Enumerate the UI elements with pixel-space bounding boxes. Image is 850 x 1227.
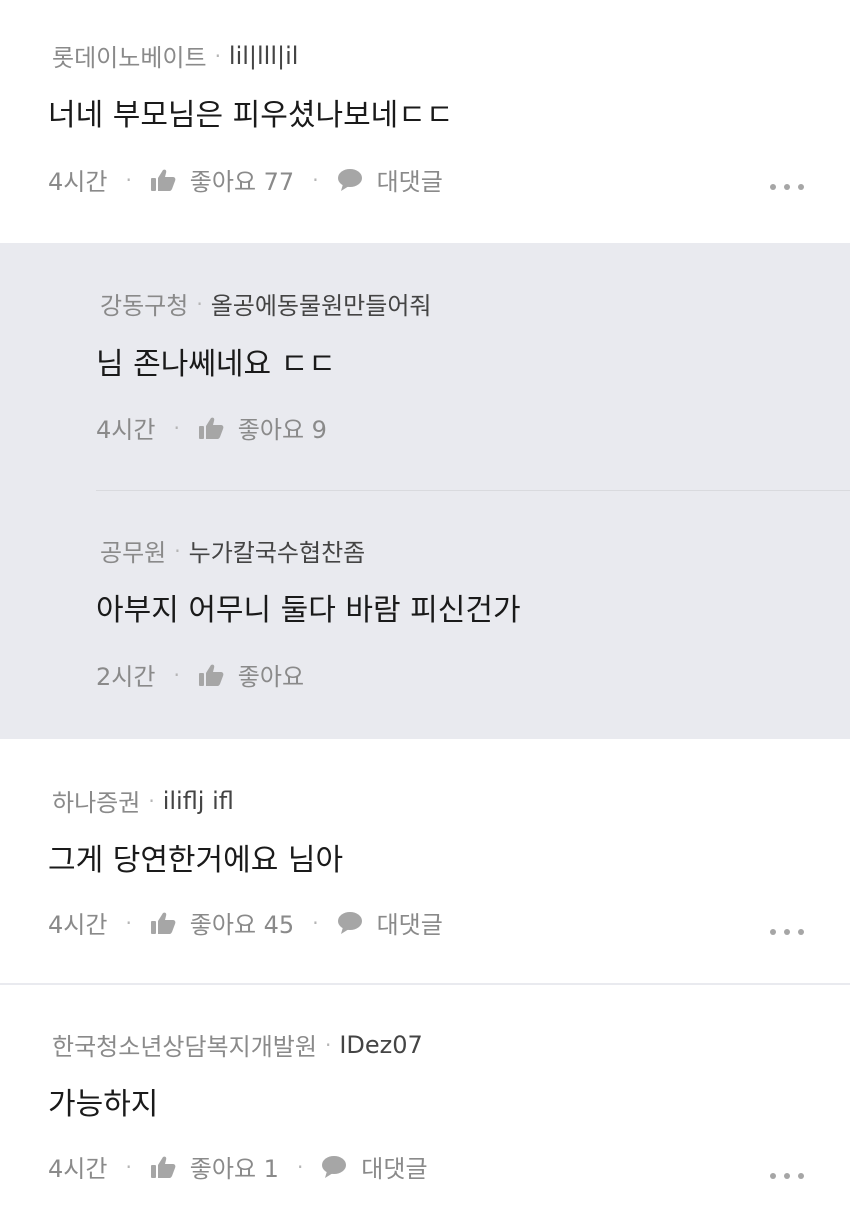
reply-thread: 강동구청 · 올공에동물원만들어줘 님 존나쎄네요 ㄷㄷ 4시간 · 좋아요 9… [0, 243, 850, 739]
reply-item: 공무원 · 누가칼국수협찬좀 아부지 어무니 둘다 바람 피신건가 2시간 · … [0, 491, 850, 739]
comment-item: 롯데이노베이트 · lil|lll|il 너네 부모님은 피우셨나보네ㄷㄷ 4시… [0, 0, 850, 243]
comment-text: 너네 부모님은 피우셨나보네ㄷㄷ [48, 98, 454, 133]
nickname[interactable]: lil|lll|il [229, 42, 299, 70]
separator-dot: · [214, 43, 221, 68]
separator-dot: · [125, 1154, 132, 1179]
nickname[interactable]: 올공에동물원만들어줘 [211, 286, 432, 321]
like-button[interactable]: 좋아요 [198, 657, 304, 692]
thumbs-up-icon [198, 416, 224, 440]
comment-meta: 롯데이노베이트 · lil|lll|il [52, 38, 298, 73]
reply-button[interactable]: 대댓글 [321, 1149, 428, 1184]
reply-label: 대댓글 [361, 1155, 428, 1183]
like-button[interactable]: 좋아요 77 [150, 162, 294, 197]
speech-bubble-icon [337, 911, 363, 935]
reply-label: 대댓글 [376, 168, 443, 196]
separator-dot: · [173, 662, 180, 687]
reply-text: 님 존나쎄네요 ㄷㄷ [96, 347, 336, 382]
author-name[interactable]: 하나증권 [52, 783, 140, 818]
comment-text: 그게 당연한거에요 님아 [48, 843, 344, 878]
separator-dot: · [312, 910, 319, 935]
speech-bubble-icon [321, 1155, 347, 1179]
like-label: 좋아요 [237, 663, 305, 691]
like-label: 좋아요 45 [189, 911, 295, 939]
like-label: 좋아요 9 [237, 416, 327, 444]
like-label: 좋아요 77 [189, 168, 295, 196]
comment-actions: 4시간 · 좋아요 77 · 대댓글 [48, 162, 443, 197]
timestamp: 4시간 [96, 416, 156, 444]
more-dots-icon[interactable] [770, 1173, 804, 1179]
nickname[interactable]: 누가칼국수협찬좀 [189, 533, 366, 568]
speech-bubble-icon [337, 168, 363, 192]
author-name[interactable]: 한국청소년상담복지개발원 [52, 1027, 317, 1062]
comment-meta: 한국청소년상담복지개발원 · IDez07 [52, 1027, 423, 1062]
nickname[interactable]: iliflj ifl [163, 787, 234, 815]
timestamp: 4시간 [48, 911, 108, 939]
timestamp: 4시간 [48, 1155, 108, 1183]
separator-dot: · [173, 415, 180, 440]
reply-label: 대댓글 [376, 911, 443, 939]
separator-dot: · [148, 788, 155, 813]
nickname[interactable]: IDez07 [339, 1031, 422, 1059]
thumbs-up-icon [198, 663, 224, 687]
comment-meta: 하나증권 · iliflj ifl [52, 783, 234, 818]
separator-dot: · [174, 538, 181, 563]
comment-actions: 4시간 · 좋아요 45 · 대댓글 [48, 905, 443, 940]
thumbs-up-icon [150, 1155, 176, 1179]
comment-item: 한국청소년상담복지개발원 · IDez07 가능하지 4시간 · 좋아요 1 ·… [0, 985, 850, 1227]
separator-dot: · [312, 167, 319, 192]
like-button[interactable]: 좋아요 1 [150, 1149, 279, 1184]
separator-dot: · [125, 167, 132, 192]
reply-item: 강동구청 · 올공에동물원만들어줘 님 존나쎄네요 ㄷㄷ 4시간 · 좋아요 9 [0, 243, 850, 491]
like-label: 좋아요 1 [189, 1155, 279, 1183]
thumbs-up-icon [150, 911, 176, 935]
more-dots-icon[interactable] [770, 184, 804, 190]
reply-button[interactable]: 대댓글 [337, 162, 443, 197]
separator-dot: · [196, 291, 203, 316]
like-button[interactable]: 좋아요 45 [150, 905, 294, 940]
comment-item: 하나증권 · iliflj ifl 그게 당연한거에요 님아 4시간 · 좋아요… [0, 739, 850, 983]
reply-meta: 강동구청 · 올공에동물원만들어줘 [100, 286, 432, 321]
separator-dot: · [324, 1032, 332, 1057]
reply-text: 아부지 어무니 둘다 바람 피신건가 [96, 593, 521, 628]
separator-dot: · [296, 1154, 304, 1179]
timestamp: 4시간 [48, 168, 108, 196]
comment-text: 가능하지 [48, 1087, 159, 1122]
separator-dot: · [125, 910, 132, 935]
thumbs-up-icon [150, 168, 176, 192]
more-dots-icon[interactable] [770, 929, 804, 935]
like-button[interactable]: 좋아요 9 [198, 410, 327, 445]
timestamp: 2시간 [96, 663, 156, 691]
reply-actions: 4시간 · 좋아요 9 [96, 410, 327, 445]
reply-button[interactable]: 대댓글 [337, 905, 443, 940]
comment-actions: 4시간 · 좋아요 1 · 대댓글 [48, 1149, 428, 1184]
author-name[interactable]: 공무원 [100, 533, 166, 568]
author-name[interactable]: 강동구청 [100, 286, 188, 321]
author-name[interactable]: 롯데이노베이트 [52, 38, 207, 73]
reply-actions: 2시간 · 좋아요 [96, 657, 304, 692]
reply-meta: 공무원 · 누가칼국수협찬좀 [100, 533, 365, 568]
